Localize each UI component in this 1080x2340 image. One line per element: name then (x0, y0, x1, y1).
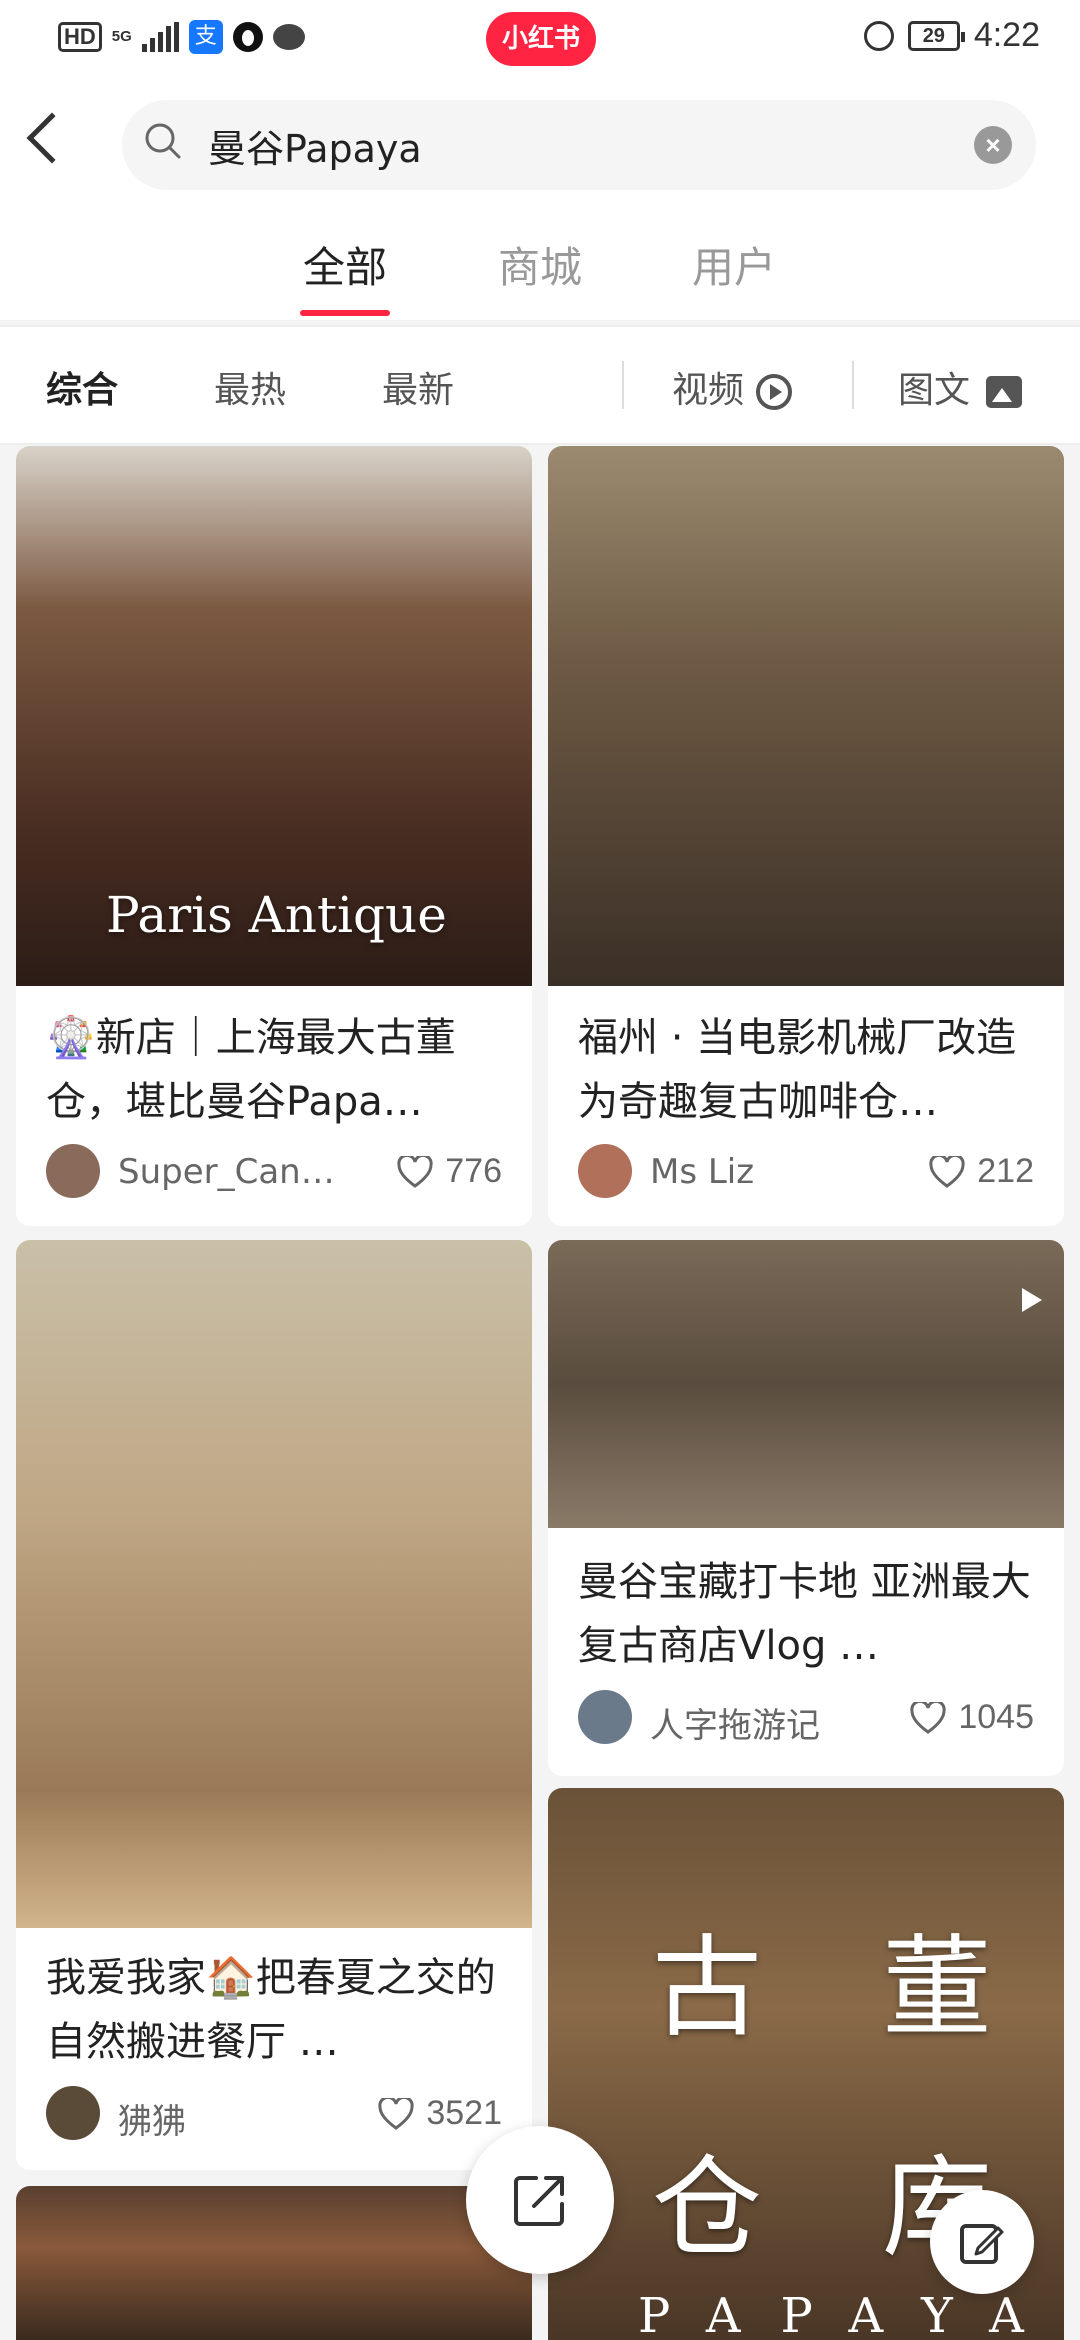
avatar[interactable] (578, 1690, 632, 1744)
filter-video[interactable]: 视频 (672, 361, 793, 413)
cover-overlay-char: 董 (882, 1924, 992, 2052)
note-card[interactable]: Paris Antique 🎡新店｜上海最大古董仓，堪比曼谷Papa… Supe… (16, 446, 532, 1226)
cover-overlay-text: Paris Antique (106, 886, 447, 944)
battery-icon: 29 (907, 20, 965, 51)
note-meta: Ms Liz 212 (578, 1144, 1034, 1200)
play-icon (756, 374, 793, 410)
note-meta: 人字拖游记 1045 (578, 1690, 1034, 1746)
note-title: 福州 · 当电影机械厂改造为奇趣复古咖啡仓… (578, 1015, 1017, 1125)
chat-icon (272, 24, 305, 50)
author-name[interactable]: 狒狒 (118, 2094, 338, 2143)
note-title: 🎡新店｜上海最大古董仓，堪比曼谷Papa… (46, 1015, 456, 1125)
note-card[interactable]: 我爱我家🏠把春夏之交的自然搬进餐厅 … 狒狒 3521 (16, 1240, 532, 2170)
status-right: 29 4:22 (863, 16, 1040, 55)
result-tabs: 全部 商城 用户 (0, 200, 1080, 320)
network-type: 5G (111, 28, 132, 45)
note-cover-image (16, 2186, 532, 2340)
like-count: 3521 (426, 2094, 502, 2132)
like-button[interactable]: 1045 (910, 1698, 1034, 1737)
filter-divider (622, 361, 624, 409)
heart-icon (929, 1155, 965, 1188)
note-card[interactable] (16, 2186, 532, 2340)
alipay-icon: 支 (188, 20, 223, 54)
avatar[interactable] (46, 1144, 100, 1198)
cover-brand-text: PAPAYA (638, 2288, 1064, 2340)
author-name[interactable]: Ms Liz (650, 1152, 870, 1192)
avatar[interactable] (578, 1144, 632, 1198)
like-button[interactable]: 212 (929, 1152, 1034, 1191)
image-icon (986, 376, 1023, 408)
filter-hottest[interactable]: 最热 (214, 361, 286, 413)
like-count: 212 (977, 1152, 1034, 1190)
note-title: 曼谷宝藏打卡地 亚洲最大复古商店Vlog … (578, 1559, 1031, 1669)
video-play-icon (1022, 1288, 1042, 1312)
alarm-icon (863, 20, 894, 51)
note-meta: Super_Can… 776 (46, 1144, 502, 1200)
filter-bar: 综合 最热 最新 视频 图文 (0, 325, 1080, 445)
search-bar[interactable]: × (122, 100, 1036, 190)
edit-icon (960, 2224, 1004, 2264)
clear-icon[interactable]: × (974, 126, 1012, 164)
note-cover-image (16, 1240, 532, 1928)
tab-users[interactable]: 用户 (664, 234, 804, 295)
like-count: 1045 (958, 1698, 1034, 1736)
heart-icon (910, 1701, 946, 1734)
active-tab-indicator (300, 310, 390, 316)
filter-image-text-label: 图文 (898, 370, 971, 411)
search-icon (145, 123, 181, 159)
filter-video-label: 视频 (672, 370, 745, 411)
share-icon (514, 2176, 564, 2226)
note-card[interactable]: 曼谷宝藏打卡地 亚洲最大复古商店Vlog … 人字拖游记 1045 (548, 1240, 1064, 1776)
author-name[interactable]: 人字拖游记 (650, 1698, 870, 1747)
author-name[interactable]: Super_Can… (118, 1152, 338, 1192)
heart-icon (378, 2097, 414, 2130)
penguin-icon (232, 22, 263, 52)
note-meta: 狒狒 3521 (46, 2086, 502, 2142)
note-cover-image (548, 446, 1064, 986)
note-cover-image (548, 1240, 1064, 1528)
status-bar: HD 5G 支 小红书 29 4:22 (0, 0, 1080, 80)
avatar[interactable] (46, 2086, 100, 2140)
cover-overlay-char: 仓 (652, 2144, 762, 2272)
note-title: 我爱我家🏠把春夏之交的自然搬进餐厅 … (46, 1955, 496, 2065)
tab-mall[interactable]: 商城 (470, 234, 610, 295)
like-button[interactable]: 3521 (378, 2094, 502, 2133)
app-logo: 小红书 (486, 12, 596, 66)
like-count: 776 (445, 1152, 502, 1190)
like-button[interactable]: 776 (397, 1152, 502, 1191)
share-button[interactable] (466, 2126, 614, 2274)
create-note-button[interactable] (930, 2190, 1034, 2294)
note-card[interactable]: 福州 · 当电影机械厂改造为奇趣复古咖啡仓… Ms Liz 212 (548, 446, 1064, 1226)
filter-divider (852, 361, 854, 409)
status-left: HD 5G 支 (58, 20, 305, 54)
filter-newest[interactable]: 最新 (382, 361, 454, 413)
cover-overlay-char: 古 (652, 1924, 762, 2052)
clock: 4:22 (973, 16, 1040, 54)
filter-image-text[interactable]: 图文 (898, 361, 1023, 413)
search-header: × (0, 80, 1080, 200)
filter-comprehensive[interactable]: 综合 (46, 361, 118, 413)
back-icon[interactable] (26, 112, 78, 164)
tab-all[interactable]: 全部 (275, 234, 415, 295)
note-cover-image: Paris Antique (16, 446, 532, 986)
heart-icon (397, 1155, 433, 1188)
hd-indicator: HD (58, 22, 102, 52)
search-input[interactable] (208, 100, 968, 190)
signal-icon (141, 22, 179, 52)
